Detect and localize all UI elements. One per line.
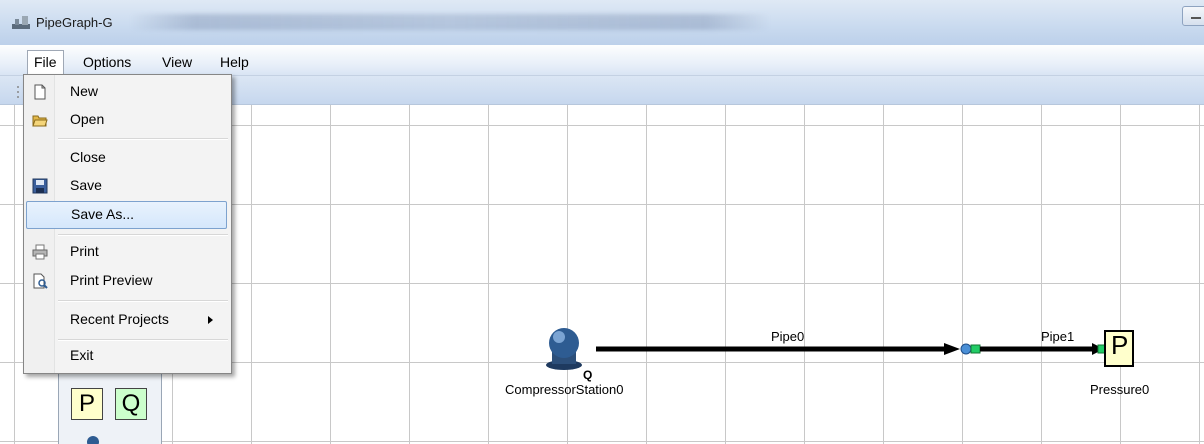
- print-preview-icon: [33, 273, 48, 289]
- menu-item-save-label: Save: [70, 177, 102, 193]
- pressure-label: Pressure0: [1090, 382, 1150, 397]
- menu-item-open[interactable]: Open: [26, 107, 227, 133]
- menu-item-print-label: Print: [70, 243, 99, 259]
- menu-item-recent-projects[interactable]: Recent Projects: [26, 307, 227, 333]
- junction-port: [970, 344, 981, 354]
- pipe0-arrowhead: [944, 343, 960, 355]
- junction-node: [960, 343, 972, 355]
- menu-item-close-label: Close: [70, 149, 106, 165]
- compressor-badge: Q: [583, 368, 593, 382]
- open-folder-icon: [32, 115, 48, 127]
- menu-item-open-label: Open: [70, 111, 105, 127]
- pressure-symbol: P: [1111, 330, 1129, 360]
- menu-separator: [58, 138, 228, 140]
- menu-item-print-preview[interactable]: Print Preview: [26, 268, 227, 294]
- floppy-disk-icon: [32, 178, 48, 194]
- menu-separator: [58, 300, 228, 302]
- menu-item-new[interactable]: New: [26, 79, 227, 105]
- compressor-label: CompressorStation0: [505, 382, 624, 397]
- menu-item-new-label: New: [70, 83, 99, 99]
- menu-item-exit[interactable]: Exit: [26, 343, 227, 369]
- file-menu-dropdown: New Open Close Save Save As... Print Pri…: [23, 74, 232, 374]
- menu-item-save[interactable]: Save: [26, 173, 227, 199]
- pipe0-label: Pipe0: [771, 329, 805, 344]
- menu-item-close[interactable]: Close: [26, 145, 227, 171]
- menu-separator: [58, 234, 228, 236]
- pipe1-label: Pipe1: [1041, 329, 1075, 344]
- menu-item-save-as-label: Save As...: [71, 206, 135, 222]
- printer-icon: [32, 244, 48, 260]
- toolbar-grip-icon: [17, 86, 19, 98]
- menu-item-print[interactable]: Print: [26, 239, 227, 265]
- palette-flow-button[interactable]: Q: [115, 388, 147, 420]
- menu-separator: [58, 339, 228, 341]
- palette-pressure-button[interactable]: P: [71, 388, 103, 420]
- menu-item-save-as[interactable]: Save As...: [26, 201, 227, 229]
- menu-item-exit-label: Exit: [70, 347, 94, 363]
- new-document-icon: [34, 84, 46, 100]
- submenu-arrow-icon: [208, 316, 213, 324]
- menu-item-recent-projects-label: Recent Projects: [70, 311, 169, 327]
- menu-item-print-preview-label: Print Preview: [70, 272, 153, 288]
- palette-partial-icon-bottom: [87, 436, 99, 444]
- compressor-station-icon: [546, 328, 582, 370]
